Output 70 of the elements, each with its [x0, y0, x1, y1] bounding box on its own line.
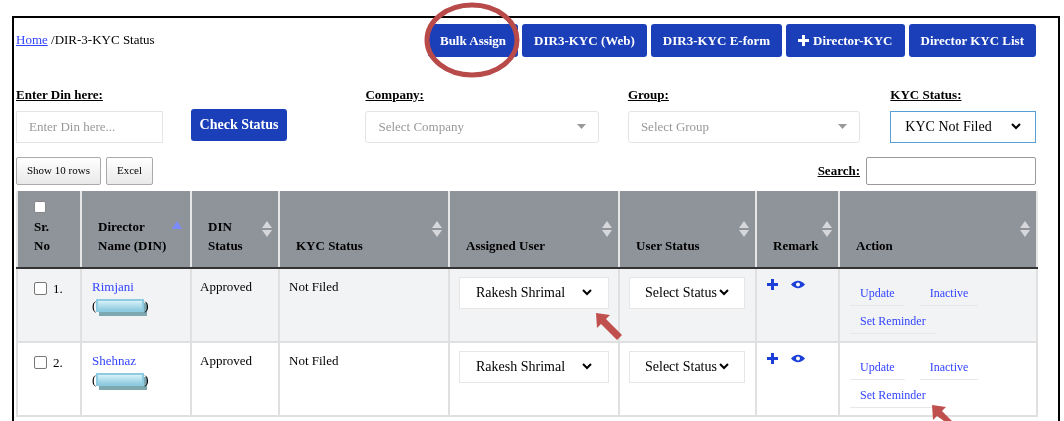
sort-icon[interactable]: [432, 220, 442, 237]
chevron-down-icon: [719, 289, 729, 296]
field-label: Group:: [627, 86, 670, 104]
check-status-button[interactable]: Check Status: [190, 108, 288, 141]
serial-number: 2.: [53, 353, 63, 372]
action-link[interactable]: Inactive: [919, 281, 979, 306]
column-header[interactable]: Action: [839, 190, 1037, 268]
user-status-select[interactable]: Select Status: [629, 350, 745, 383]
kyc-status-select[interactable]: KYC Not Filed: [890, 110, 1036, 143]
column-header[interactable]: Director Name (DIN): [81, 190, 191, 268]
kyc-status-cell: Not Filed: [289, 278, 339, 294]
redaction-mark: [96, 299, 145, 313]
user-status-select[interactable]: Select Status: [629, 276, 745, 309]
arrow-icon: [596, 313, 622, 340]
action-link[interactable]: Set Reminder: [850, 309, 936, 334]
din-input-field[interactable]: Enter Din here...: [16, 110, 163, 143]
header-button[interactable]: DIR3-KYC E-form: [650, 24, 783, 57]
director-name-link[interactable]: Rimjani: [92, 276, 190, 296]
redaction-mark: [96, 373, 145, 387]
din-bracket: ): [144, 297, 149, 315]
row-checkbox[interactable]: [34, 355, 47, 369]
assigned-user-select[interactable]: Rakesh Shrimal: [459, 350, 609, 383]
header-button[interactable]: DIR3-KYC (Web): [522, 24, 647, 57]
column-header[interactable]: User Status: [619, 190, 756, 268]
dropdown-caret-icon: [838, 124, 848, 129]
sort-icon[interactable]: [822, 220, 832, 237]
sort-icon[interactable]: [1020, 220, 1030, 237]
chevron-down-icon: [582, 289, 592, 296]
breadcrumb-current: /DIR-3-KYC Status: [50, 31, 155, 49]
column-header[interactable]: Sr. No: [17, 190, 81, 268]
action-link[interactable]: Update: [850, 355, 905, 380]
plus-icon: [798, 35, 810, 46]
din-status-cell: Approved: [200, 278, 252, 294]
table-tool-button[interactable]: Show 10 rows: [16, 156, 101, 185]
serial-number: 1.: [53, 279, 63, 298]
field-label: KYC Status:: [890, 86, 963, 104]
din-bracket: (: [92, 297, 97, 315]
field-label: Company:: [365, 86, 425, 104]
sort-icon[interactable]: [602, 220, 612, 237]
search-input-field[interactable]: [866, 156, 1036, 185]
column-header[interactable]: DIN Status: [191, 190, 279, 268]
column-header[interactable]: Assigned User: [449, 190, 619, 268]
din-status-cell: Approved: [200, 352, 252, 368]
eye-icon[interactable]: [791, 353, 805, 363]
eye-icon[interactable]: [791, 279, 805, 289]
table-tool-button[interactable]: Excel: [105, 156, 153, 185]
director-name-link[interactable]: Shehnaz: [92, 350, 190, 370]
din-bracket: ): [144, 371, 149, 389]
header-button[interactable]: Director KYC List: [908, 24, 1036, 57]
chevron-down-icon: [1011, 123, 1021, 130]
sort-icon[interactable]: [262, 220, 272, 237]
column-header[interactable]: Remark: [756, 190, 839, 268]
kyc-status-cell: Not Filed: [289, 352, 339, 368]
search-label: Search:: [817, 161, 860, 180]
sort-icon[interactable]: [739, 220, 749, 237]
din-bracket: (: [92, 371, 97, 389]
row-checkbox[interactable]: [34, 281, 47, 295]
chevron-down-icon: [719, 363, 729, 370]
column-header[interactable]: KYC Status: [279, 190, 449, 268]
field-label: Enter Din here:: [16, 86, 104, 104]
chevron-down-icon: [582, 363, 592, 370]
header-button[interactable]: Director-KYC: [786, 24, 905, 57]
add-icon[interactable]: [767, 278, 778, 290]
add-icon[interactable]: [767, 352, 778, 364]
select-all-checkbox[interactable]: [34, 200, 46, 213]
home-link[interactable]: Home: [16, 30, 48, 50]
dropdown-caret-icon: [576, 124, 586, 129]
assigned-user-select[interactable]: Rakesh Shrimal: [459, 276, 609, 309]
action-link[interactable]: Inactive: [919, 355, 979, 380]
action-link[interactable]: Update: [850, 281, 905, 306]
